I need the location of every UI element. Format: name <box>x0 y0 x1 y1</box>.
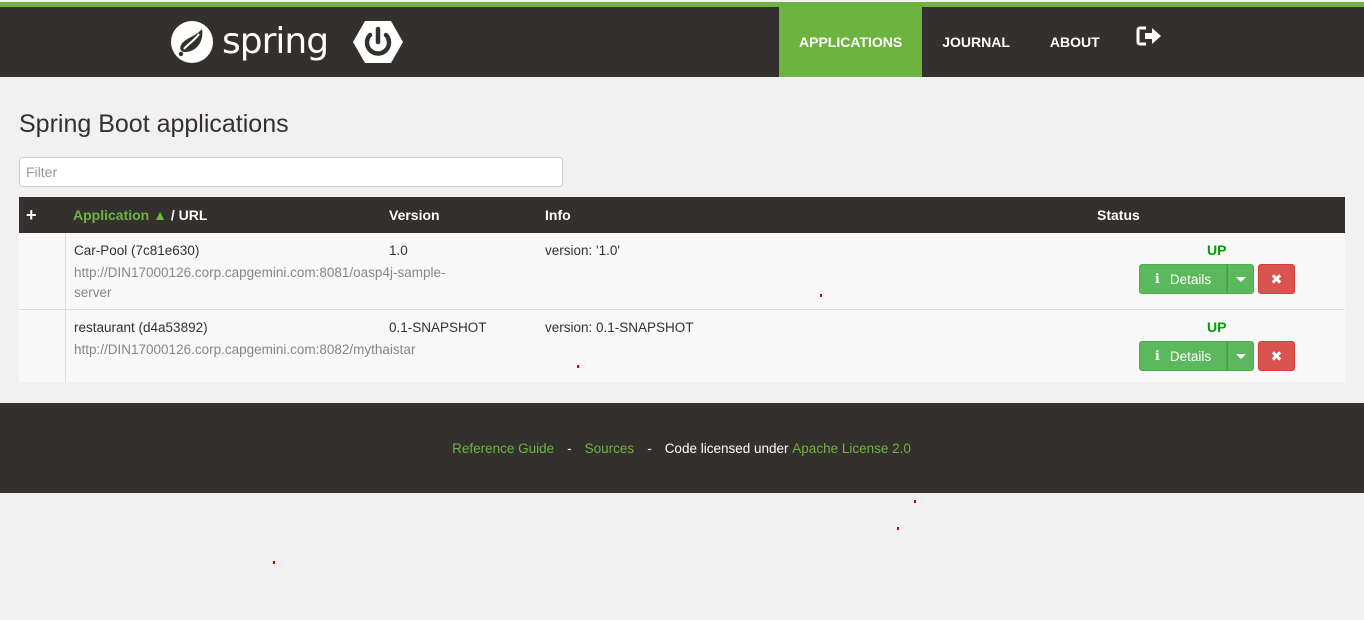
render-artifact <box>914 500 916 503</box>
sign-out-icon <box>1136 26 1161 46</box>
column-status: Status <box>1097 207 1140 223</box>
filter-input[interactable] <box>19 157 563 187</box>
spring-boot-power-icon <box>353 21 403 63</box>
brand-name: spring <box>222 21 329 62</box>
nav-about[interactable]: ABOUT <box>1030 7 1120 77</box>
app-url: http://DIN17000126.corp.capgemini.com:80… <box>74 265 446 300</box>
details-button-group: i Details <box>1139 341 1254 371</box>
caret-down-icon <box>1235 353 1246 359</box>
app-url: http://DIN17000126.corp.capgemini.com:80… <box>74 342 416 357</box>
spring-leaf-icon <box>171 21 213 63</box>
app-info: version: 0.1-SNAPSHOT <box>545 320 694 335</box>
logout-button[interactable] <box>1124 7 1174 77</box>
status-badge: UP <box>1207 242 1227 258</box>
app-name: Car-Pool (7c81e630) <box>74 243 200 258</box>
page-title: Spring Boot applications <box>19 110 289 138</box>
nav-journal[interactable]: JOURNAL <box>922 7 1030 77</box>
column-application[interactable]: Application ▲ / URL <box>73 197 207 233</box>
table-row: Car-Pool (7c81e630) http://DIN17000126.c… <box>19 233 1345 310</box>
sources-link[interactable]: Sources <box>585 441 635 456</box>
caret-down-icon <box>1235 276 1246 282</box>
details-dropdown-toggle[interactable] <box>1227 341 1254 371</box>
footer-separator: - <box>567 440 572 456</box>
app-name: restaurant (d4a53892) <box>74 320 208 335</box>
column-info: Info <box>545 207 571 223</box>
info-icon: i <box>1154 348 1160 364</box>
navbar: spring APPLICATIONS JOURNAL ABOUT <box>0 7 1364 77</box>
footer-separator: - <box>647 440 652 456</box>
apache-license-link[interactable]: Apache License 2.0 <box>792 441 911 456</box>
footer: Reference Guide - Sources - Code license… <box>0 403 1364 493</box>
details-button-group: i Details <box>1139 264 1254 294</box>
main-nav: APPLICATIONS JOURNAL ABOUT <box>779 7 1174 77</box>
details-dropdown-toggle[interactable] <box>1227 264 1254 294</box>
applications-table: + Application ▲ / URL Version Info Statu… <box>19 197 1345 382</box>
spring-logo[interactable]: spring <box>168 17 329 67</box>
app-version: 1.0 <box>389 243 408 258</box>
table-row: restaurant (d4a53892) http://DIN17000126… <box>19 310 1345 382</box>
app-info: version: '1.0' <box>545 243 620 258</box>
render-artifact <box>577 365 579 368</box>
render-artifact <box>897 527 899 530</box>
render-artifact <box>820 294 822 297</box>
details-button[interactable]: i Details <box>1139 264 1227 294</box>
app-version: 0.1-SNAPSHOT <box>389 320 487 335</box>
render-artifact <box>273 561 275 564</box>
remove-button[interactable]: ✖ <box>1258 341 1295 371</box>
remove-button[interactable]: ✖ <box>1258 264 1295 294</box>
details-button[interactable]: i Details <box>1139 341 1227 371</box>
status-badge: UP <box>1207 319 1227 335</box>
reference-guide-link[interactable]: Reference Guide <box>452 441 554 456</box>
table-header: + Application ▲ / URL Version Info Statu… <box>19 197 1345 233</box>
sort-ascending-icon: ▲ <box>153 207 167 223</box>
nav-applications[interactable]: APPLICATIONS <box>779 7 923 77</box>
column-url-label: / URL <box>170 207 208 223</box>
info-icon: i <box>1154 271 1160 287</box>
details-label: Details <box>1169 348 1212 364</box>
sort-application-link[interactable]: Application <box>73 207 149 223</box>
expand-all-toggle[interactable]: + <box>26 197 37 233</box>
details-label: Details <box>1169 271 1212 287</box>
license-text: Code licensed under <box>664 440 789 456</box>
column-version: Version <box>389 207 440 223</box>
row-expand-cell[interactable] <box>19 310 66 382</box>
row-expand-cell[interactable] <box>19 233 66 309</box>
